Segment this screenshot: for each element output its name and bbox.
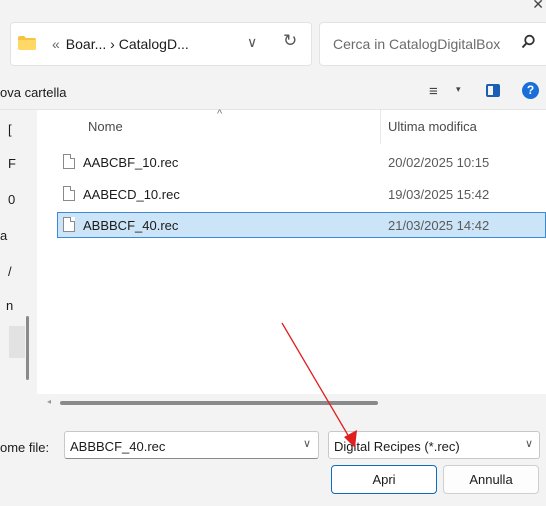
file-name: AABECD_10.rec	[83, 187, 180, 202]
file-name-value[interactable]: ABBBCF_40.rec	[70, 439, 165, 454]
breadcrumb[interactable]: « Boar... › CatalogD...	[52, 36, 189, 52]
file-date: 19/03/2025 15:42	[388, 187, 490, 202]
view-options-dropdown-icon[interactable]: ▾	[456, 84, 461, 95]
file-row[interactable]: AABECD_10.rec 19/03/2025 15:42	[57, 181, 546, 207]
search-icon[interactable]	[521, 34, 536, 49]
nav-item[interactable]: n	[6, 298, 13, 313]
breadcrumb-overflow[interactable]: «	[52, 36, 60, 52]
nav-item[interactable]: [	[8, 122, 12, 137]
file-name: AABCBF_10.rec	[83, 155, 179, 170]
column-header-modified[interactable]: Ultima modifica	[388, 119, 477, 134]
column-divider[interactable]	[380, 110, 381, 144]
search-placeholder[interactable]: Cerca in CatalogDigitalBox	[333, 36, 500, 52]
horizontal-scroll-thumb[interactable]	[60, 401, 378, 405]
navigation-pane	[0, 110, 36, 410]
new-folder-button[interactable]: ova cartella	[0, 85, 66, 100]
address-dropdown-icon[interactable]: ∨	[247, 34, 257, 51]
nav-item[interactable]: a	[0, 228, 7, 243]
file-row[interactable]: AABCBF_10.rec 20/02/2025 10:15	[57, 149, 546, 175]
file-icon	[63, 186, 75, 201]
view-options-icon[interactable]: ≡	[429, 83, 438, 100]
file-row-selected[interactable]: ABBBCF_40.rec 21/03/2025 14:42	[57, 212, 546, 238]
command-bar	[0, 75, 546, 110]
file-icon	[63, 217, 75, 232]
nav-item[interactable]: F	[8, 156, 16, 171]
column-header-name[interactable]: Nome	[88, 119, 123, 134]
navigation-selected-item[interactable]	[9, 326, 25, 358]
nav-item[interactable]: /	[8, 264, 12, 279]
file-name: ABBBCF_40.rec	[83, 218, 179, 233]
refresh-icon[interactable]: ↻	[283, 31, 297, 51]
close-icon[interactable]: ✕	[532, 0, 544, 13]
file-type-value[interactable]: Digital Recipes (*.rec)	[334, 439, 460, 454]
file-icon	[63, 154, 75, 169]
file-name-label: ome file:	[0, 440, 50, 455]
file-type-dropdown-icon[interactable]: ∨	[525, 437, 533, 450]
preview-pane-icon[interactable]	[486, 84, 500, 97]
file-date: 20/02/2025 10:15	[388, 155, 490, 170]
help-icon[interactable]: ?	[522, 82, 539, 99]
file-name-dropdown-icon[interactable]: ∨	[303, 437, 311, 450]
nav-item[interactable]: 0	[8, 192, 15, 207]
scroll-left-icon[interactable]: ◂	[47, 397, 51, 406]
breadcrumb-path[interactable]: Boar... › CatalogD...	[66, 36, 189, 52]
title-bar	[0, 0, 546, 18]
folder-icon	[18, 36, 36, 50]
cancel-button[interactable]: Annulla	[443, 465, 539, 494]
navigation-scrollbar[interactable]	[26, 316, 29, 380]
file-date: 21/03/2025 14:42	[388, 218, 490, 233]
sort-ascending-icon: ^	[217, 108, 223, 120]
open-button[interactable]: Apri	[331, 465, 437, 494]
